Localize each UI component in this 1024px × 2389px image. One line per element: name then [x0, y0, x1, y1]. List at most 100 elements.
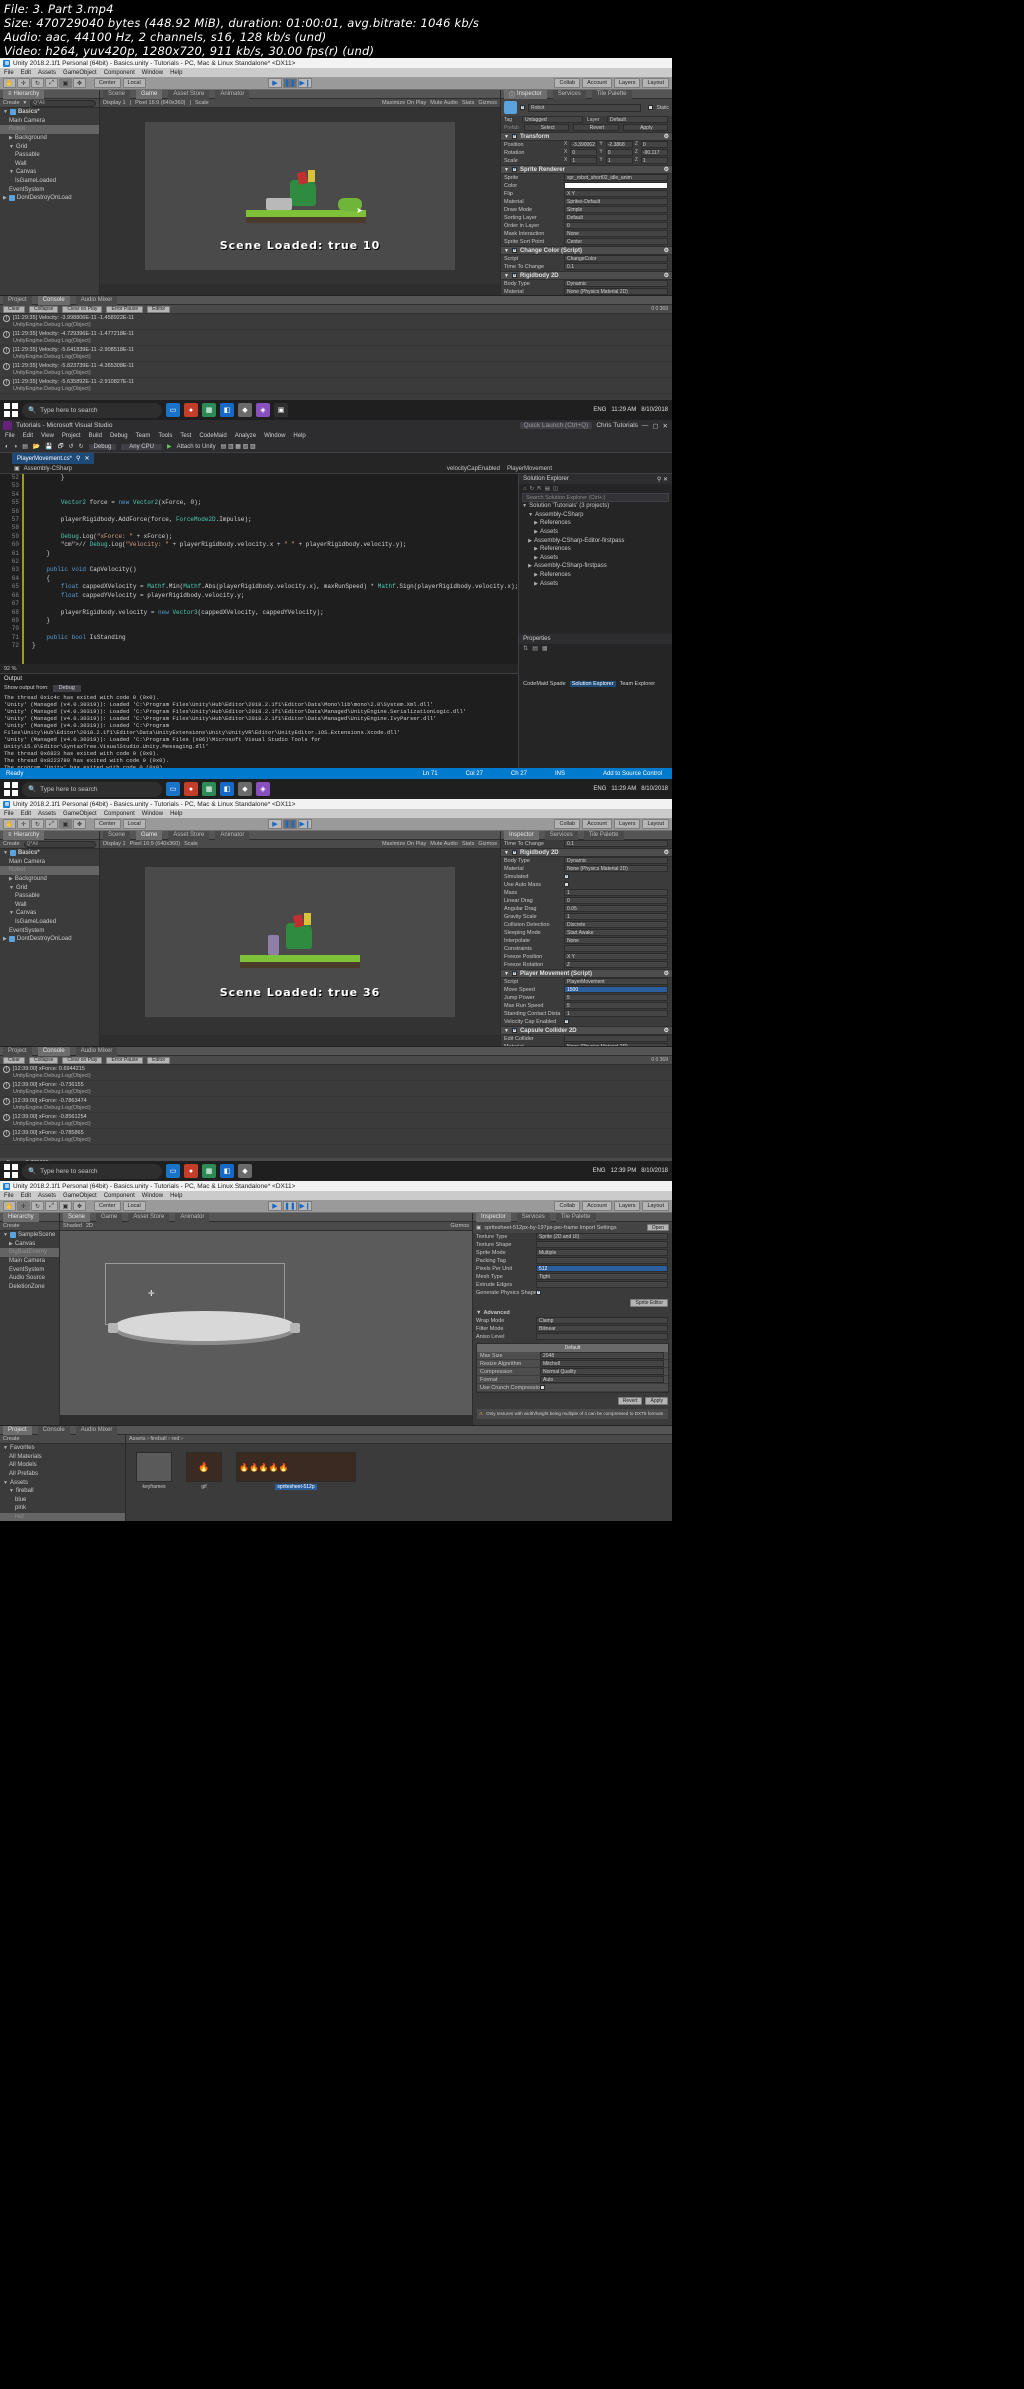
hierarchy-item-fireball[interactable]: ▼ fireball: [0, 1487, 125, 1496]
tree-arrow-icon[interactable]: ▼: [9, 910, 14, 916]
tab-services[interactable]: Services: [552, 90, 586, 99]
inspector-value-field[interactable]: Multiple: [536, 1249, 668, 1256]
hierarchy-item-references[interactable]: ▶ References: [519, 545, 672, 554]
tag-dropdown[interactable]: Untagged: [522, 116, 583, 123]
hierarchy-item-background[interactable]: ▶ Background: [0, 875, 99, 884]
favorites-arrow-icon[interactable]: ▼: [3, 1445, 8, 1451]
hierarchy-item-isgameloaded[interactable]: IsGameLoaded: [0, 918, 99, 927]
tab-animator-3[interactable]: Animator: [175, 1212, 210, 1222]
scale-tool-icon[interactable]: ⤢: [45, 78, 58, 88]
app-icon-11[interactable]: ◈: [256, 782, 270, 796]
app-icon-4[interactable]: ◆: [238, 403, 252, 417]
gear-icon[interactable]: ⚙: [664, 247, 669, 254]
inspector-value-field[interactable]: None (Physics Material 2D): [564, 288, 668, 295]
hierarchy-item-passable[interactable]: Passable: [0, 151, 99, 160]
static-checkbox[interactable]: [648, 105, 654, 110]
hierarchy-item-wall[interactable]: Wall: [0, 901, 99, 910]
menu-help[interactable]: Help: [170, 811, 182, 817]
left-handle[interactable]: [108, 1323, 118, 1333]
code-line[interactable]: }: [32, 642, 518, 650]
collapse-button-2[interactable]: Collapse: [28, 1056, 59, 1064]
tree-arrow-icon[interactable]: ▶: [3, 936, 7, 942]
inspector-value-field[interactable]: X Y: [564, 953, 668, 960]
transform-tool-icon-3[interactable]: ✥: [73, 1201, 86, 1211]
clear-button-2[interactable]: Clear: [3, 1056, 25, 1064]
pivot-toggle[interactable]: Center: [94, 78, 121, 88]
mute-audio-toggle-2[interactable]: Mute Audio: [430, 841, 458, 847]
inspector-value-field[interactable]: ChangeColor: [564, 255, 668, 262]
hierarchy-item-canvas[interactable]: ▶ Canvas: [0, 1240, 59, 1249]
gizmos-dropdown-3[interactable]: Gizmos: [450, 1223, 469, 1229]
tab-codemaid-spade[interactable]: CodeMaid Spade: [523, 681, 566, 687]
se-tree[interactable]: ▼ Solution 'Tutorials' (3 projects) ▼ Assem…: [519, 502, 672, 588]
component-enabled-checkbox[interactable]: [511, 248, 517, 253]
hierarchy-item-grid[interactable]: ▼ Grid: [0, 883, 99, 892]
tree-arrow-icon[interactable]: ▼: [9, 144, 14, 150]
app-icon-8[interactable]: ▦: [202, 782, 216, 796]
minimize-icon[interactable]: —: [642, 422, 649, 429]
inspector-value-field[interactable]: Sprite (2D and UI): [536, 1233, 668, 1240]
clock-date-2[interactable]: 8/10/2018: [641, 786, 668, 792]
aspect-dropdown-2[interactable]: Pixel 16:9 (640x360): [130, 841, 180, 847]
menu-gameobject[interactable]: GameObject: [63, 1193, 97, 1199]
hierarchy-item-assembly-csharp-firstpass[interactable]: ▶ Assembly-CSharp-firstpass: [519, 562, 672, 571]
inspector-value-field[interactable]: [564, 1035, 668, 1042]
gear-icon[interactable]: ⚙: [664, 1027, 669, 1034]
code-line[interactable]: float cappedXVelocity = Mathf.Min(Mathf.…: [32, 583, 518, 591]
asset-item-keyframes[interactable]: keyframes: [136, 1452, 172, 1490]
inspector-value-field[interactable]: None: [564, 937, 668, 944]
error-pause-button-2[interactable]: Error Pause: [106, 1056, 144, 1064]
clock-time-3[interactable]: 12:39 PM: [611, 1168, 637, 1174]
inspector-value-field[interactable]: Mitchell: [540, 1360, 664, 1367]
inspector-value-field[interactable]: Dynamic: [564, 857, 668, 864]
console-entry[interactable]: ! [11:29:35] Velocity: -5.823739E-11 -4.3…: [0, 362, 672, 378]
rect-tool-icon-2[interactable]: ▣: [59, 819, 72, 829]
gear-icon[interactable]: ⚙: [664, 849, 669, 856]
collab-button[interactable]: Collab: [554, 78, 581, 88]
create-dropdown-3[interactable]: Create: [3, 1223, 20, 1229]
assets-arrow-icon[interactable]: ▼: [3, 1480, 8, 1486]
hierarchy-search-input-2[interactable]: Q*All: [23, 840, 96, 848]
chevron-down-icon[interactable]: ▾: [24, 100, 27, 106]
status-source-control[interactable]: Add to Source Control: [603, 771, 662, 777]
stats-toggle[interactable]: Stats: [462, 100, 475, 106]
inspector-value-field[interactable]: [536, 1281, 668, 1288]
tab-asset-store-2[interactable]: Asset Store: [168, 830, 210, 840]
hierarchy-item-red[interactable]: red: [0, 1512, 125, 1521]
prefab-select-button[interactable]: Select: [524, 124, 570, 131]
hierarchy-item-eventsystem[interactable]: EventSystem: [0, 185, 99, 194]
inspector-value-field[interactable]: Center: [564, 238, 668, 245]
maximize-on-play-toggle-2[interactable]: Maximize On Play: [382, 841, 426, 847]
app-icon-1[interactable]: ●: [184, 403, 198, 417]
redo-icon[interactable]: ↻: [79, 443, 84, 450]
tab-audio-mixer-2[interactable]: Audio Mixer: [75, 1046, 118, 1056]
clock-time[interactable]: 11:29 AM: [611, 407, 636, 413]
app-icon-14[interactable]: ◧: [220, 1164, 234, 1178]
axis-input-z[interactable]: 1: [640, 157, 668, 164]
asset-item-spritesheet[interactable]: 🔥🔥🔥🔥🔥 spritesheet-512p: [236, 1452, 356, 1490]
tree-arrow-icon[interactable]: ▶: [528, 538, 532, 544]
tab-hierarchy-2[interactable]: ≡ Hierarchy: [3, 830, 45, 840]
inspector-value-field[interactable]: None (Physics Material 2D): [564, 1043, 668, 1046]
play-button-3[interactable]: ▶: [267, 1201, 282, 1211]
prefab-apply-button[interactable]: Apply: [622, 124, 668, 131]
hierarchy-item-dontdestroyonload[interactable]: ▶ DontDestroyOnLoad: [0, 935, 99, 944]
layers-button-2[interactable]: Layers: [613, 819, 641, 829]
hierarchy-item-passable[interactable]: Passable: [0, 892, 99, 901]
tab-inspector-3[interactable]: Inspector: [476, 1212, 511, 1222]
menu-test[interactable]: Test: [180, 433, 191, 439]
attach-to-unity-button[interactable]: Attach to Unity: [177, 444, 216, 450]
windows-start-icon[interactable]: [4, 403, 18, 417]
menu-window[interactable]: Window: [264, 433, 285, 439]
lang-indicator-3[interactable]: ENG: [593, 1168, 606, 1174]
hand-tool-icon[interactable]: ✋: [3, 78, 16, 88]
hierarchy-item-eventsystem[interactable]: EventSystem: [0, 1265, 59, 1274]
platform-tab-default[interactable]: Default: [477, 1344, 668, 1352]
hierarchy-item-main-camera[interactable]: Main Camera: [0, 1257, 59, 1266]
taskbar-search-input-3[interactable]: 🔍 Type here to search: [22, 1163, 162, 1179]
vector-field[interactable]: X1Y1Z1: [564, 157, 668, 164]
app-icon-7[interactable]: ●: [184, 782, 198, 796]
tab-game-2[interactable]: Game: [136, 830, 163, 840]
code-line[interactable]: public bool IsStanding: [32, 634, 518, 642]
code-text[interactable]: } Vector2 force = new Vector2(xForce, 0)…: [28, 474, 518, 664]
